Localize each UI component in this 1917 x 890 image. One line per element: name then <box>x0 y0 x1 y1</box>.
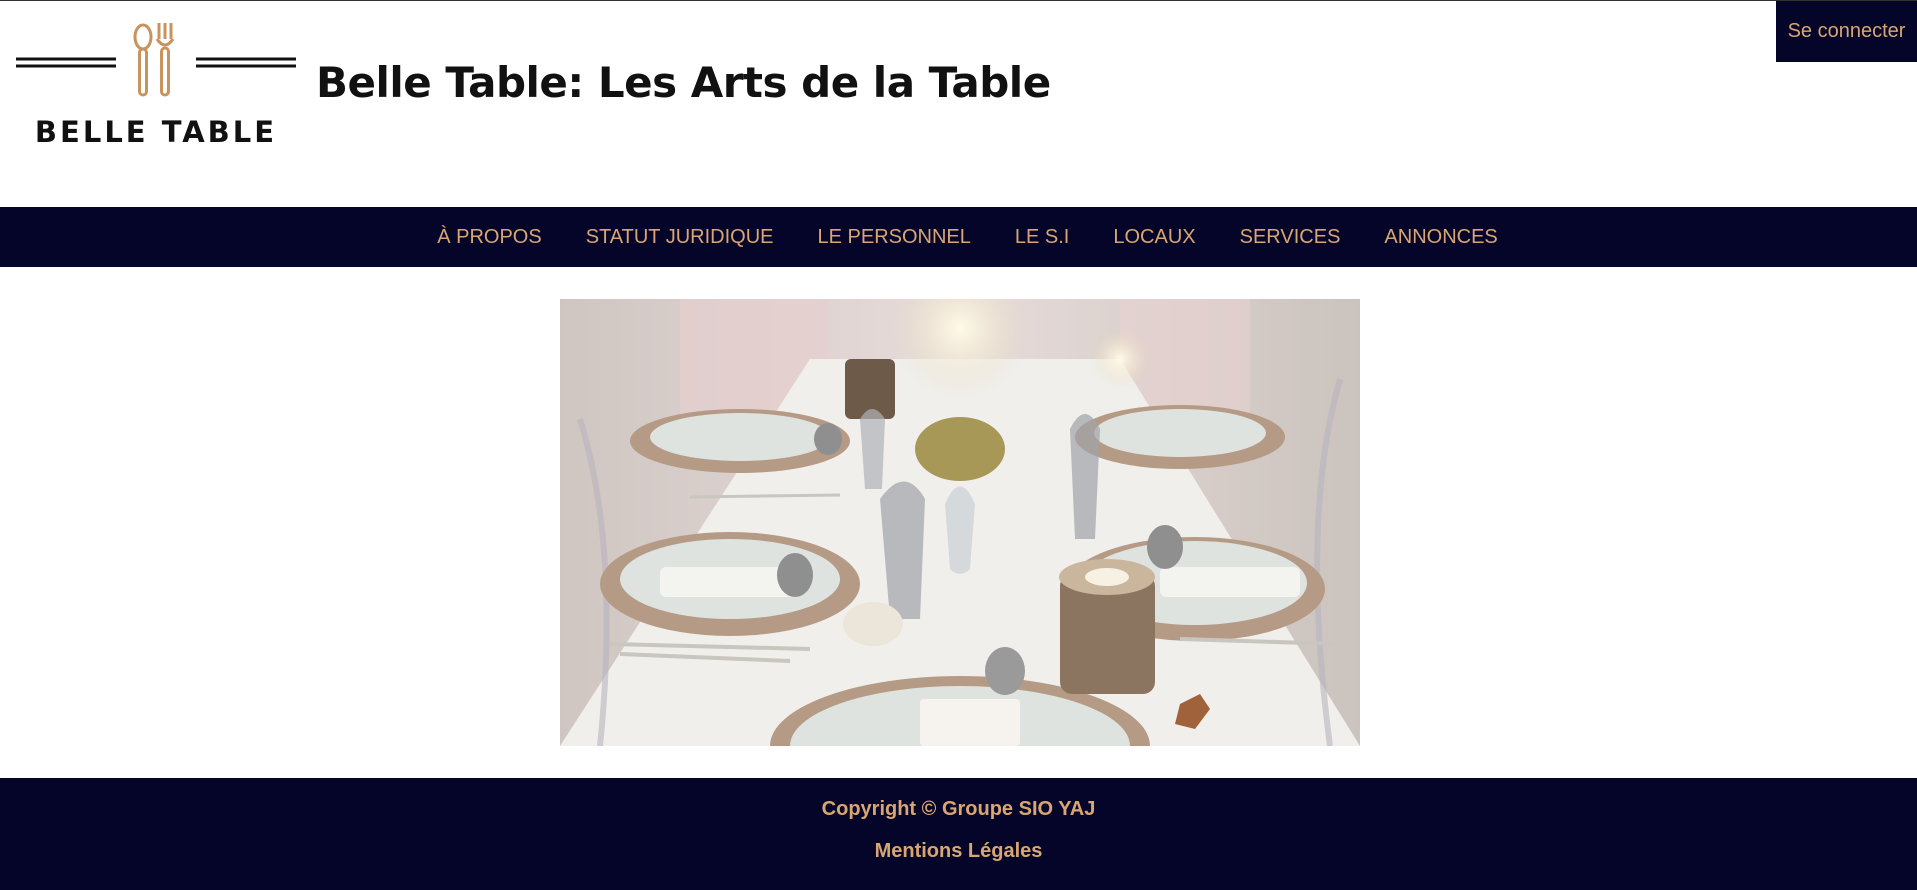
nav-item-le-si[interactable]: LE S.I <box>993 226 1091 249</box>
nav-item-locaux[interactable]: LOCAUX <box>1091 226 1217 249</box>
page-title: Belle Table: Les Arts de la Table <box>316 58 1051 107</box>
site-header: BELLE TABLE Belle Table: Les Arts de la … <box>0 1 1917 206</box>
main-nav: À PROPOS STATUT JURIDIQUE LE PERSONNEL L… <box>0 207 1917 267</box>
nav-item-le-personnel[interactable]: LE PERSONNEL <box>796 226 993 249</box>
nav-item-statut-juridique[interactable]: STATUT JURIDIQUE <box>564 226 796 249</box>
login-button[interactable]: Se connecter <box>1776 1 1917 62</box>
nav-item-a-propos[interactable]: À PROPOS <box>415 226 563 249</box>
nav-item-services[interactable]: SERVICES <box>1218 226 1363 249</box>
cutlery-icon <box>16 23 296 97</box>
legal-mentions-link[interactable]: Mentions Légales <box>0 840 1917 863</box>
hero-image <box>560 299 1360 746</box>
logo[interactable]: BELLE TABLE <box>16 21 296 151</box>
site-footer: Copyright © Groupe SIO YAJ Mentions Léga… <box>0 778 1917 890</box>
copyright-text: Copyright © Groupe SIO YAJ <box>821 798 1096 820</box>
logo-text: BELLE TABLE <box>34 115 278 149</box>
nav-item-annonces[interactable]: ANNONCES <box>1362 226 1519 249</box>
